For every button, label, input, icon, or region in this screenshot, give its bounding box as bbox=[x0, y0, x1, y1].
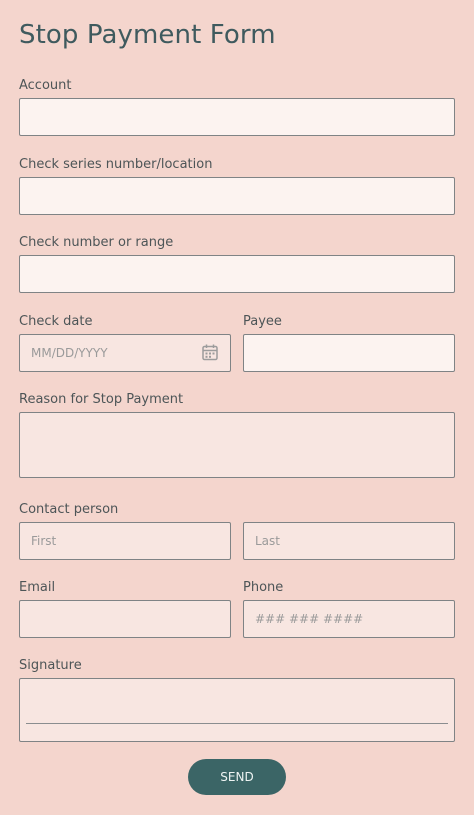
payee-label: Payee bbox=[243, 314, 282, 329]
email-label: Email bbox=[19, 580, 56, 595]
form-title: Stop Payment Form bbox=[19, 20, 276, 50]
phone-label: Phone bbox=[243, 580, 284, 595]
stop-payment-form: Stop Payment Form Account Check series n… bbox=[0, 0, 474, 815]
reason-textarea[interactable] bbox=[20, 413, 454, 477]
payee-input[interactable] bbox=[244, 335, 454, 371]
check-series-field[interactable] bbox=[19, 177, 455, 215]
account-label: Account bbox=[19, 78, 72, 93]
account-field[interactable] bbox=[19, 98, 455, 136]
contact-person-label: Contact person bbox=[19, 502, 119, 517]
payee-field[interactable] bbox=[243, 334, 455, 372]
check-series-label: Check series number/location bbox=[19, 157, 213, 172]
contact-first-field[interactable] bbox=[19, 522, 231, 560]
contact-last-field[interactable] bbox=[243, 522, 455, 560]
signature-pad[interactable] bbox=[19, 678, 455, 742]
account-input[interactable] bbox=[20, 99, 454, 135]
signature-label: Signature bbox=[19, 658, 82, 673]
calendar-icon[interactable] bbox=[202, 344, 218, 361]
check-number-field[interactable] bbox=[19, 255, 455, 293]
check-number-input[interactable] bbox=[20, 256, 454, 292]
check-date-label: Check date bbox=[19, 314, 93, 329]
reason-label: Reason for Stop Payment bbox=[19, 392, 184, 407]
reason-field[interactable] bbox=[19, 412, 455, 478]
check-date-input[interactable] bbox=[20, 335, 230, 371]
contact-first-input[interactable] bbox=[20, 523, 230, 559]
check-number-label: Check number or range bbox=[19, 235, 174, 250]
contact-last-input[interactable] bbox=[244, 523, 454, 559]
phone-input[interactable] bbox=[244, 601, 454, 637]
send-button[interactable]: SEND bbox=[188, 759, 286, 795]
phone-field[interactable] bbox=[243, 600, 455, 638]
signature-line bbox=[26, 723, 448, 724]
check-series-input[interactable] bbox=[20, 178, 454, 214]
check-date-field[interactable] bbox=[19, 334, 231, 372]
email-field[interactable] bbox=[19, 600, 231, 638]
email-input[interactable] bbox=[20, 601, 230, 637]
